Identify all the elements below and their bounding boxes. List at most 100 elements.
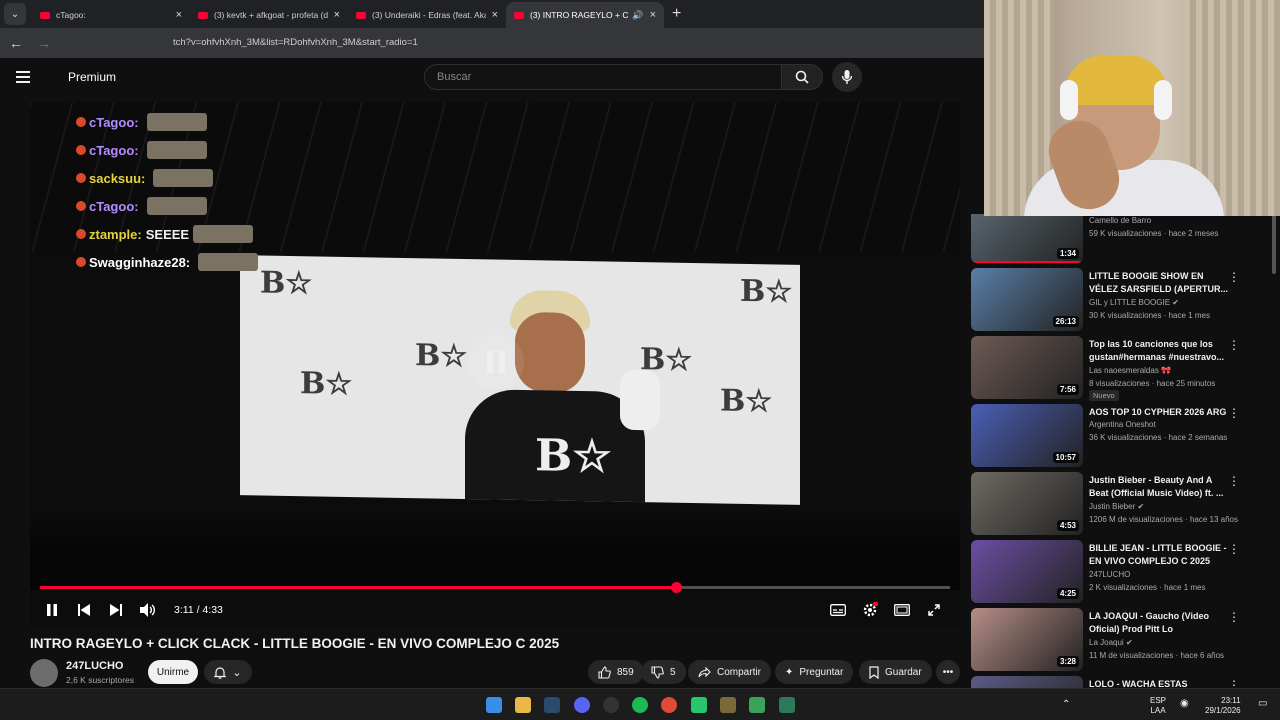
steam-icon[interactable] bbox=[544, 697, 560, 713]
theater-mode-button[interactable] bbox=[886, 596, 918, 624]
app-icon-2[interactable] bbox=[779, 697, 795, 713]
discord-icon[interactable] bbox=[574, 697, 590, 713]
sidebar-scrollbar[interactable] bbox=[1272, 214, 1276, 274]
chat-badge-icon bbox=[76, 117, 86, 127]
obs-icon[interactable] bbox=[603, 697, 619, 713]
notifications-button[interactable]: ⌄ bbox=[204, 660, 252, 684]
more-actions-button[interactable]: ••• bbox=[936, 660, 960, 684]
ask-button[interactable]: ✦ Preguntar bbox=[775, 660, 854, 684]
recommendation-channel[interactable]: GIL y LITTLE BOOGIE ✔ bbox=[1089, 298, 1179, 307]
browser-tab[interactable]: (3) INTRO RAGEYLO + CLIC🔊 × bbox=[506, 2, 664, 28]
recommendation-meta: 8 visualizaciones · hace 25 minutos bbox=[1089, 379, 1216, 388]
settings-button[interactable] bbox=[854, 596, 886, 624]
more-options-icon[interactable]: ⋮ bbox=[1228, 678, 1240, 688]
voice-search-button[interactable] bbox=[832, 62, 862, 92]
search-input[interactable]: Buscar bbox=[424, 64, 782, 90]
notifications-icon[interactable]: ▭ bbox=[1258, 698, 1267, 709]
recommendation-title[interactable]: LA JOAQUI - Gaucho (Video Oficial) Prod … bbox=[1089, 610, 1229, 636]
recommendation-item[interactable]: 7:56 Top las 10 canciones que los gustan#… bbox=[970, 336, 1280, 401]
menu-icon[interactable] bbox=[16, 71, 30, 86]
like-button[interactable]: 859 bbox=[588, 660, 644, 684]
recommendation-channel[interactable]: Argentina Oneshot bbox=[1089, 420, 1156, 429]
save-button[interactable]: Guardar bbox=[859, 660, 932, 684]
video-thumbnail[interactable]: 4:53 bbox=[971, 472, 1083, 535]
forward-icon[interactable]: → bbox=[32, 31, 56, 55]
close-tab-icon[interactable]: × bbox=[650, 9, 656, 21]
new-tab-icon[interactable]: + bbox=[672, 5, 681, 23]
video-thumbnail[interactable]: 10:57 bbox=[971, 404, 1083, 467]
wifi-icon[interactable]: ◉ bbox=[1180, 698, 1189, 709]
more-options-icon[interactable]: ⋮ bbox=[1228, 406, 1240, 420]
app-icon[interactable] bbox=[749, 697, 765, 713]
tray-chevron-icon[interactable]: ⌃ bbox=[1062, 699, 1070, 710]
join-button[interactable]: Unirme bbox=[148, 660, 198, 684]
spotify-icon[interactable] bbox=[632, 697, 648, 713]
file-explorer-icon[interactable] bbox=[515, 697, 531, 713]
close-tab-icon[interactable]: × bbox=[492, 9, 498, 21]
previous-button[interactable] bbox=[68, 596, 100, 624]
next-button[interactable] bbox=[100, 596, 132, 624]
back-icon[interactable]: ← bbox=[4, 31, 28, 55]
more-options-icon[interactable]: ⋮ bbox=[1228, 270, 1240, 284]
progress-bar[interactable] bbox=[40, 582, 950, 593]
subtitles-button[interactable] bbox=[822, 596, 854, 624]
recommendation-item[interactable]: 4:53 Justin Bieber - Beauty And A Beat (O… bbox=[970, 472, 1280, 536]
channel-name[interactable]: 247LUCHO bbox=[66, 660, 123, 672]
recommendation-title[interactable]: AOS TOP 10 CYPHER 2026 ARG bbox=[1089, 406, 1229, 419]
close-tab-icon[interactable]: × bbox=[334, 9, 340, 21]
youtube-favicon-icon bbox=[198, 11, 208, 19]
recommendation-channel[interactable]: Camello de Barro bbox=[1089, 216, 1151, 225]
kick-icon[interactable] bbox=[691, 697, 707, 713]
video-thumbnail[interactable]: 4:25 bbox=[971, 540, 1083, 603]
browser-tab[interactable]: cTagoo: × bbox=[32, 2, 190, 28]
recommendation-title[interactable]: BILLIE JEAN - LITTLE BOOGIE - EN VIVO CO… bbox=[1089, 542, 1229, 568]
more-options-icon[interactable]: ⋮ bbox=[1228, 474, 1240, 488]
recommendation-item[interactable]: LOLO - WACHA ESTAS ⋮ bbox=[970, 676, 1280, 688]
close-tab-icon[interactable]: × bbox=[176, 9, 182, 21]
recommendation-channel[interactable]: 247LUCHO bbox=[1089, 570, 1130, 579]
verified-icon: ✔ bbox=[1137, 502, 1145, 511]
video-thumbnail[interactable] bbox=[971, 676, 1083, 688]
share-button[interactable]: Compartir bbox=[688, 660, 771, 684]
video-thumbnail[interactable]: 7:56 bbox=[971, 336, 1083, 399]
audio-playing-icon[interactable]: 🔊 bbox=[632, 10, 643, 21]
fullscreen-button[interactable] bbox=[918, 596, 950, 624]
recommendation-title[interactable]: Top las 10 canciones que los gustan#herm… bbox=[1089, 338, 1229, 364]
search-button[interactable] bbox=[781, 64, 823, 90]
recommendation-title[interactable]: LOLO - WACHA ESTAS bbox=[1089, 678, 1229, 688]
recommendation-item[interactable]: 10:57 AOS TOP 10 CYPHER 2026 ARG Argentina… bbox=[970, 404, 1280, 468]
recommendation-channel[interactable]: Justin Bieber ✔ bbox=[1089, 502, 1144, 511]
video-thumbnail[interactable]: 3:28 bbox=[971, 608, 1083, 671]
address-bar[interactable]: tch?v=ohfvhXnh_3M&list=RDohfvhXnh_3M&sta… bbox=[173, 37, 418, 48]
recommendation-item[interactable]: 4:25 BILLIE JEAN - LITTLE BOOGIE - EN VIV… bbox=[970, 540, 1280, 604]
recommendation-title[interactable]: LITTLE BOOGIE SHOW EN VÉLEZ SARSFIELD (A… bbox=[1089, 270, 1229, 296]
video-thumbnail[interactable]: 1:34 bbox=[971, 214, 1083, 263]
dislike-button[interactable]: 5 bbox=[641, 660, 686, 684]
browser-tab[interactable]: (3) Underaiki - Edras (feat. Akag × bbox=[348, 2, 506, 28]
recommendation-meta: 1206 M de visualizaciones · hace 13 años bbox=[1089, 515, 1238, 524]
recommendation-channel[interactable]: Las naoesmeraldas 🎀 bbox=[1089, 366, 1171, 375]
more-options-icon[interactable]: ⋮ bbox=[1228, 542, 1240, 556]
recommendation-item[interactable]: 26:13 LITTLE BOOGIE SHOW EN VÉLEZ SARSFIE… bbox=[970, 268, 1280, 332]
browser-tab[interactable]: (3) kevtk + afkgoat - profeta (d × bbox=[190, 2, 348, 28]
minecraft-icon[interactable] bbox=[720, 697, 736, 713]
video-player[interactable]: B☆ B☆ B☆ B☆ B☆ B☆ B☆ cTagoo: cTagoo: sacks… bbox=[30, 102, 960, 626]
pause-indicator bbox=[468, 334, 524, 390]
start-icon[interactable] bbox=[486, 697, 502, 713]
youtube-logo[interactable]: Premium bbox=[68, 70, 116, 84]
recommendation-title[interactable]: Justin Bieber - Beauty And A Beat (Offic… bbox=[1089, 474, 1229, 500]
more-options-icon[interactable]: ⋮ bbox=[1228, 610, 1240, 624]
progress-scrubber[interactable] bbox=[671, 582, 683, 593]
recommendation-item[interactable]: 1:34(PROD.ELAIYAH) humr coverCamello de … bbox=[970, 214, 1280, 264]
pause-button[interactable] bbox=[36, 596, 68, 624]
clock[interactable]: 23:11 29/1/2026 bbox=[1205, 696, 1241, 716]
tab-search-button[interactable]: ⌄ bbox=[4, 3, 26, 25]
language-indicator[interactable]: ESP LAA bbox=[1150, 696, 1166, 716]
channel-avatar[interactable] bbox=[30, 659, 58, 687]
volume-button[interactable] bbox=[132, 596, 164, 624]
recommendation-channel[interactable]: La Joaqui ✔ bbox=[1089, 638, 1133, 647]
chrome-icon[interactable] bbox=[661, 697, 677, 713]
video-thumbnail[interactable]: 26:13 bbox=[971, 268, 1083, 331]
recommendation-item[interactable]: 3:28 LA JOAQUI - Gaucho (Video Oficial) P… bbox=[970, 608, 1280, 672]
more-options-icon[interactable]: ⋮ bbox=[1228, 338, 1240, 352]
